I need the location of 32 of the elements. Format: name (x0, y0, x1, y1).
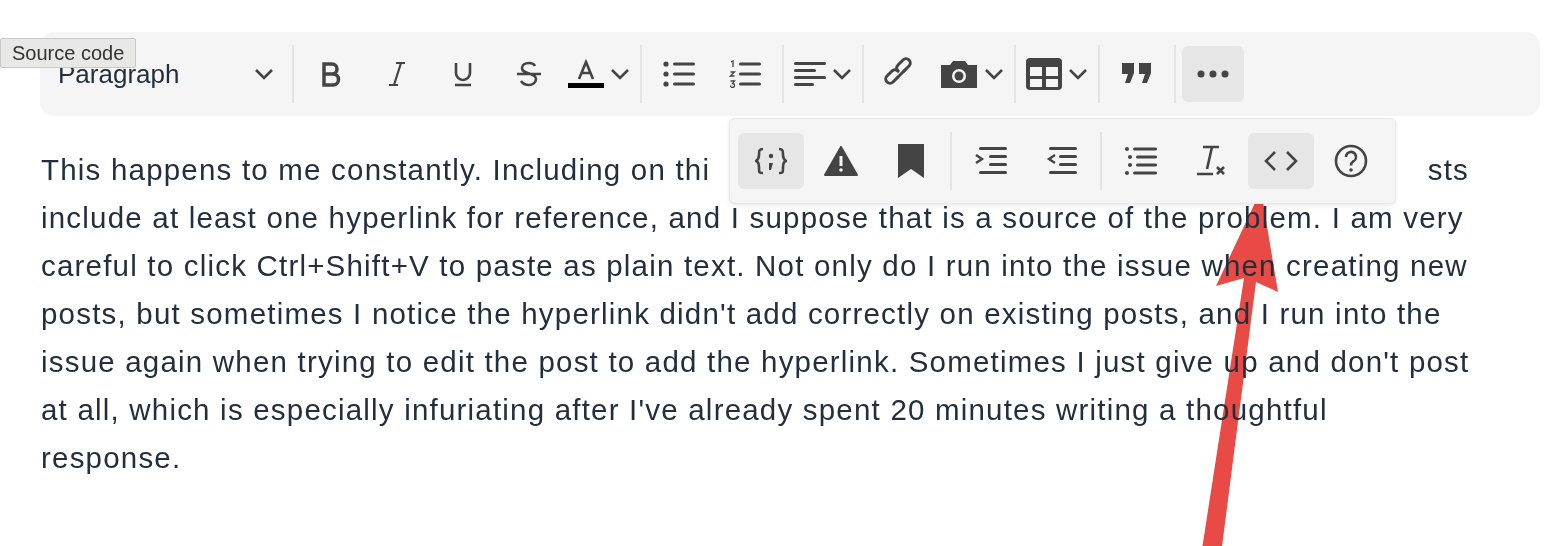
table-icon (1026, 58, 1062, 90)
paragraph-text: response. (41, 440, 183, 476)
paragraph-text: sts (1427, 152, 1469, 188)
warning-icon (824, 146, 858, 176)
indent-icon (975, 147, 1007, 175)
code-sample-button[interactable] (738, 133, 804, 189)
chevron-down-icon (610, 68, 630, 80)
chevron-down-icon (1068, 68, 1088, 80)
numbered-list-icon (729, 60, 761, 88)
italic-icon (387, 61, 407, 87)
chevron-down-icon (832, 68, 852, 80)
bold-icon (319, 61, 343, 87)
outdent-icon (1045, 147, 1077, 175)
more-button[interactable] (1182, 46, 1244, 102)
bookmark-icon (898, 144, 924, 178)
text-color-icon (568, 59, 604, 89)
list-icon (1125, 147, 1157, 175)
more-icon (1197, 70, 1229, 78)
chevron-down-icon (254, 68, 274, 80)
align-left-icon (794, 60, 826, 88)
strikethrough-icon (515, 61, 543, 87)
tooltip: Source code (0, 38, 137, 68)
source-code-icon (1264, 150, 1298, 172)
quote-icon (1122, 63, 1152, 85)
paragraph-text: This happens to me constantly. Including on thi (41, 152, 711, 188)
camera-icon (940, 59, 978, 89)
help-icon (1334, 144, 1368, 178)
bullet-list-icon (663, 60, 695, 88)
chevron-down-icon (984, 68, 1004, 80)
clear-formatting-icon (1195, 145, 1227, 177)
code-sample-icon (755, 147, 787, 175)
source-code-button[interactable] (1248, 133, 1314, 189)
